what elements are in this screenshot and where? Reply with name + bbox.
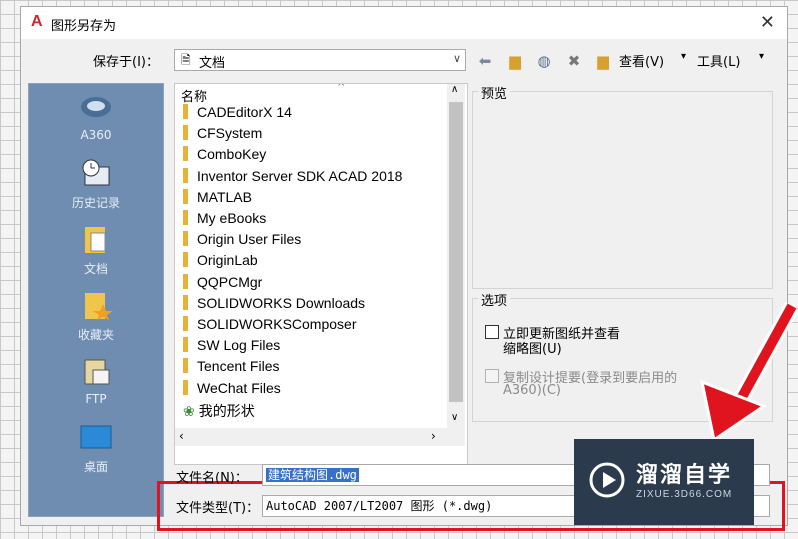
play-logo-icon bbox=[589, 462, 625, 498]
watermark-brand: 溜溜自学 bbox=[636, 463, 733, 488]
watermark: 溜溜自学 ZIXUE.3D66.COM bbox=[574, 439, 754, 525]
watermark-url: ZIXUE.3D66.COM bbox=[636, 489, 733, 500]
